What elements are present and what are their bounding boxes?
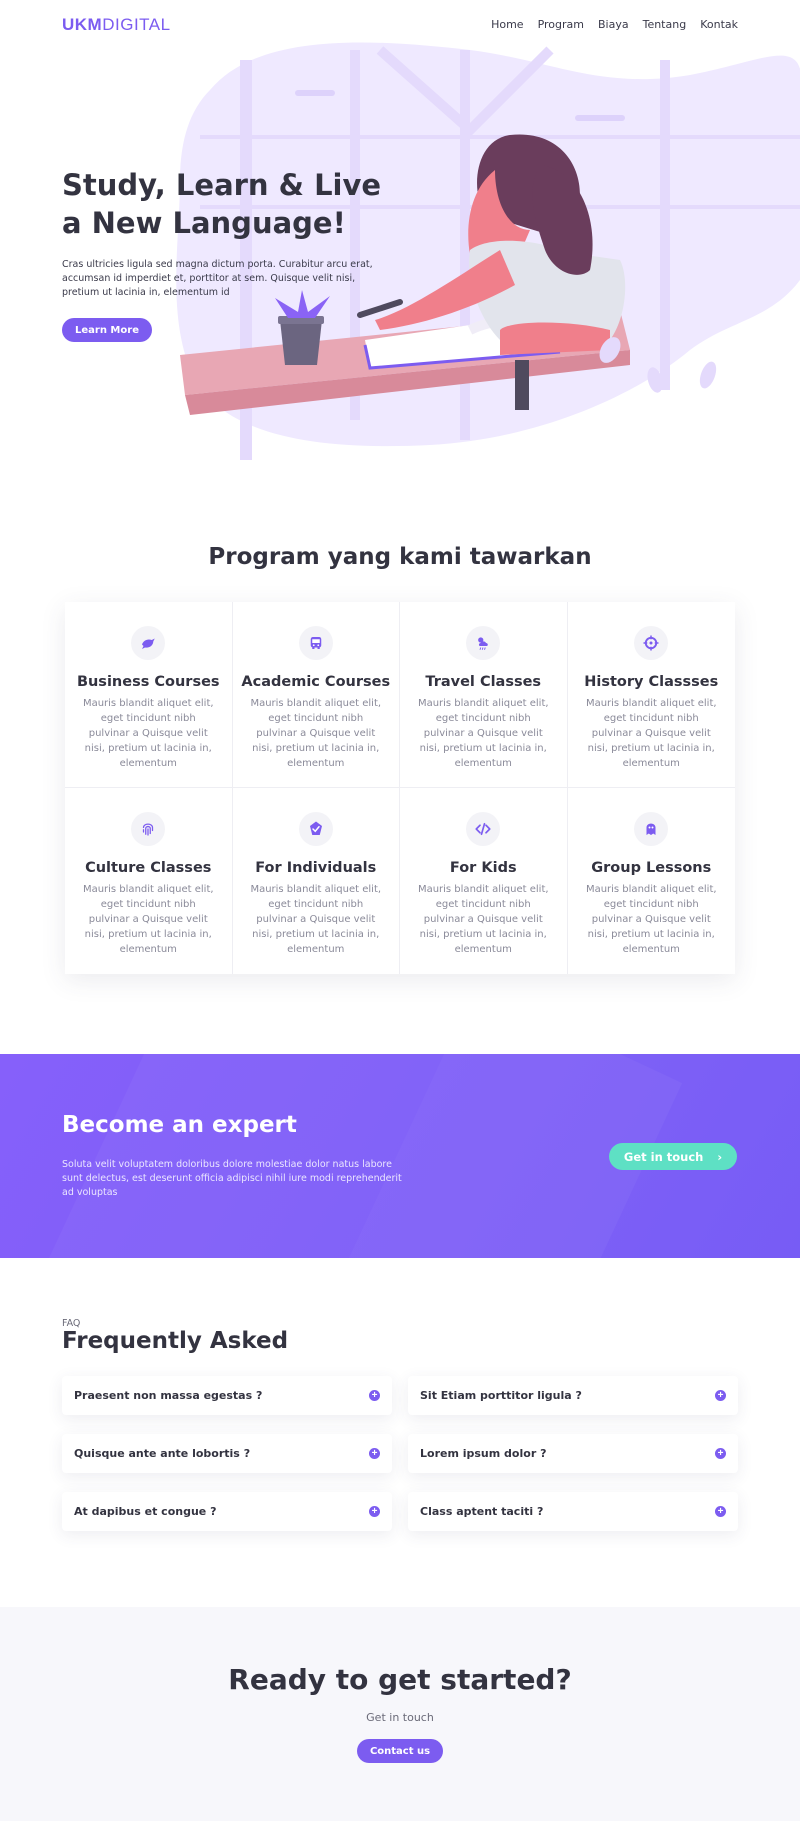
contact-us-button[interactable]: Contact us bbox=[357, 1739, 443, 1763]
programs-grid: Business Courses Mauris blandit aliquet … bbox=[65, 602, 735, 974]
plus-icon[interactable]: + bbox=[715, 1390, 726, 1401]
program-title: Group Lessons bbox=[591, 860, 712, 876]
faq-question: Class aptent taciti ? bbox=[420, 1505, 544, 1518]
crosshair-icon bbox=[634, 626, 669, 660]
faq-question: Quisque ante ante lobortis ? bbox=[74, 1447, 251, 1460]
ghost-icon bbox=[634, 812, 669, 846]
faq-item[interactable]: Class aptent taciti ? + bbox=[408, 1492, 738, 1531]
program-card[interactable]: For Kids Mauris blandit aliquet elit, eg… bbox=[400, 788, 568, 974]
faq-item[interactable]: Quisque ante ante lobortis ? + bbox=[62, 1434, 392, 1473]
learn-more-button[interactable]: Learn More bbox=[62, 318, 152, 342]
bus-icon bbox=[298, 626, 333, 660]
nav-link-program[interactable]: Program bbox=[538, 18, 584, 31]
program-desc: Mauris blandit aliquet elit, eget tincid… bbox=[82, 698, 214, 769]
site-logo[interactable]: UKMDIGITAL bbox=[62, 15, 171, 35]
program-card[interactable]: Business Courses Mauris blandit aliquet … bbox=[65, 602, 233, 788]
program-desc: Mauris blandit aliquet elit, eget tincid… bbox=[250, 884, 382, 955]
plus-icon[interactable]: + bbox=[715, 1448, 726, 1459]
nav-link-kontak[interactable]: Kontak bbox=[700, 18, 738, 31]
faq-question: Lorem ipsum dolor ? bbox=[420, 1447, 547, 1460]
program-title: For Kids bbox=[449, 860, 517, 876]
cta-title: Ready to get started? bbox=[228, 1663, 572, 1696]
program-card[interactable]: History Classses Mauris blandit aliquet … bbox=[567, 602, 735, 788]
cta-section: Ready to get started? Get in touch Conta… bbox=[0, 1607, 800, 1821]
program-desc: Mauris blandit aliquet elit, eget tincid… bbox=[585, 698, 717, 769]
program-desc: Mauris blandit aliquet elit, eget tincid… bbox=[250, 698, 382, 769]
programs-title: Program yang kami tawarkan bbox=[208, 544, 592, 570]
program-card[interactable]: Group Lessons Mauris blandit aliquet eli… bbox=[568, 788, 736, 974]
get-in-touch-button[interactable]: Get in touch › bbox=[609, 1143, 737, 1170]
program-title: Culture Classes bbox=[85, 860, 212, 876]
plus-icon[interactable]: + bbox=[369, 1448, 380, 1459]
program-card[interactable]: Academic Courses Mauris blandit aliquet … bbox=[232, 602, 400, 788]
faq-item[interactable]: At dapibus et congue ? + bbox=[62, 1492, 392, 1531]
nav-link-biaya[interactable]: Biaya bbox=[598, 18, 629, 31]
program-desc: Mauris blandit aliquet elit, eget tincid… bbox=[417, 884, 549, 955]
program-desc: Mauris blandit aliquet elit, eget tincid… bbox=[417, 698, 549, 769]
faq-grid: Praesent non massa egestas ? + Sit Etiam… bbox=[62, 1376, 738, 1531]
top-nav: UKMDIGITAL Home Program Biaya Tentang Ko… bbox=[0, 0, 800, 50]
faq-question: Sit Etiam porttitor ligula ? bbox=[420, 1389, 582, 1402]
plus-icon[interactable]: + bbox=[369, 1390, 380, 1401]
nav-link-home[interactable]: Home bbox=[491, 18, 523, 31]
check-badge-icon bbox=[298, 812, 333, 846]
program-title: For Individuals bbox=[255, 860, 377, 876]
chevron-right-icon: › bbox=[717, 1149, 723, 1164]
nav-link-tentang[interactable]: Tentang bbox=[643, 18, 687, 31]
program-title: Travel Classes bbox=[425, 674, 542, 690]
faq-question: At dapibus et congue ? bbox=[74, 1505, 217, 1518]
faq-question: Praesent non massa egestas ? bbox=[74, 1389, 263, 1402]
program-title: Academic Courses bbox=[241, 674, 391, 690]
logo-light: DIGITAL bbox=[102, 15, 171, 34]
weather-icon bbox=[466, 626, 501, 660]
expert-description: Soluta velit voluptatem doloribus dolore… bbox=[62, 1159, 402, 1198]
logo-bold: UKM bbox=[62, 15, 103, 34]
cta-subtitle: Get in touch bbox=[366, 1711, 434, 1724]
program-title: Business Courses bbox=[76, 674, 220, 690]
hero-title: Study, Learn & Live a New Language! bbox=[62, 168, 382, 240]
program-card[interactable]: Travel Classes Mauris blandit aliquet el… bbox=[400, 602, 568, 788]
program-title: History Classses bbox=[584, 674, 719, 690]
faq-item[interactable]: Praesent non massa egestas ? + bbox=[62, 1376, 392, 1415]
program-desc: Mauris blandit aliquet elit, eget tincid… bbox=[585, 884, 717, 955]
program-card[interactable]: Culture Classes Mauris blandit aliquet e… bbox=[65, 788, 233, 974]
program-desc: Mauris blandit aliquet elit, eget tincid… bbox=[82, 884, 214, 955]
program-card[interactable]: For Individuals Mauris blandit aliquet e… bbox=[233, 788, 400, 974]
expert-title: Become an expert bbox=[62, 1112, 297, 1138]
faq-title: Frequently Asked bbox=[62, 1328, 289, 1354]
plus-icon[interactable]: + bbox=[369, 1506, 380, 1517]
expert-banner: Become an expert Soluta velit voluptatem… bbox=[0, 1054, 800, 1258]
dove-icon bbox=[131, 626, 166, 660]
hero-description: Cras ultricies ligula sed magna dictum p… bbox=[62, 259, 373, 298]
faq-item[interactable]: Sit Etiam porttitor ligula ? + bbox=[408, 1376, 738, 1415]
plus-icon[interactable]: + bbox=[715, 1506, 726, 1517]
faq-item[interactable]: Lorem ipsum dolor ? + bbox=[408, 1434, 738, 1473]
code-icon bbox=[466, 812, 501, 846]
hero-section: Study, Learn & Live a New Language! Cras… bbox=[0, 0, 800, 470]
fingerprint-icon bbox=[131, 812, 166, 846]
get-in-touch-label: Get in touch bbox=[623, 1149, 704, 1164]
nav-links: Home Program Biaya Tentang Kontak bbox=[491, 18, 738, 31]
